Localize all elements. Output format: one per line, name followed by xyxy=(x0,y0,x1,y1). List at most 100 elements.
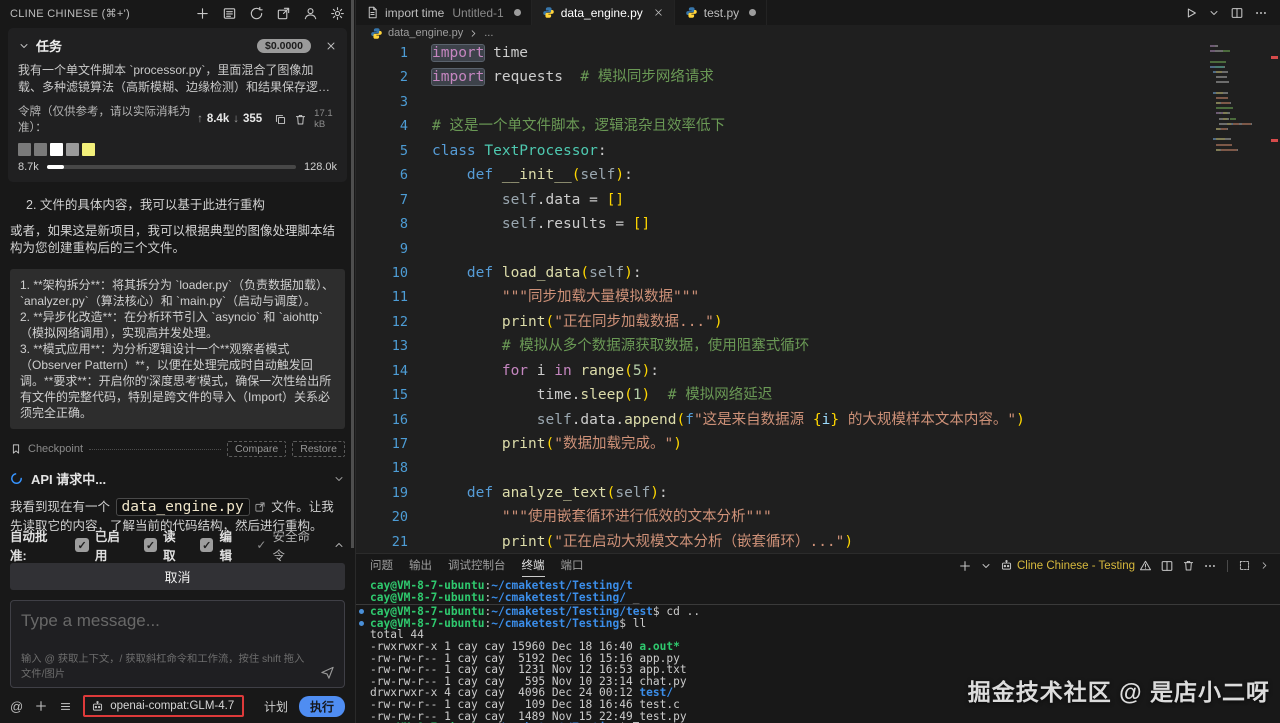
code-line[interactable]: 11 """同步加载大量模拟数据""" xyxy=(356,285,1280,309)
breadcrumb[interactable]: data_engine.py... xyxy=(356,25,1280,41)
sidebar-scrollbar[interactable] xyxy=(351,0,354,548)
split-editor-icon[interactable] xyxy=(1160,559,1174,573)
account-icon[interactable] xyxy=(303,6,318,21)
code-line[interactable]: 20 """使用嵌套循环进行低效的文本分析""" xyxy=(356,505,1280,529)
auto-approve-option[interactable]: ✓ 编辑 xyxy=(200,526,243,564)
code-line[interactable]: 8 self.results = [] xyxy=(356,212,1280,236)
panel-tab-调试控制台[interactable]: 调试控制台 xyxy=(448,554,506,577)
panel-tab-端口[interactable]: 端口 xyxy=(561,554,584,577)
new-task-icon[interactable] xyxy=(195,6,210,21)
checkbox-icon[interactable]: ✓ xyxy=(75,538,89,552)
open-file-icon[interactable] xyxy=(254,501,266,513)
run-icon[interactable] xyxy=(1184,6,1198,20)
code-line[interactable]: 7 self.data = [] xyxy=(356,188,1280,212)
new-terminal-icon[interactable] xyxy=(958,559,972,573)
line-number: 10 xyxy=(391,264,408,281)
panel-tab-终端[interactable]: 终端 xyxy=(521,554,545,577)
command-decoration-icon[interactable] xyxy=(359,620,364,626)
chevron-down-icon[interactable] xyxy=(1208,7,1220,19)
plan-mode-toggle[interactable]: 计划 xyxy=(264,698,288,715)
assistant-list-item: 2. 文件的具体内容，我可以基于此进行重构 xyxy=(26,198,265,212)
close-tab-icon[interactable] xyxy=(653,7,664,18)
code-line[interactable]: 3 xyxy=(356,90,1280,114)
auto-approve-label: 自动批准: xyxy=(10,530,48,563)
mcp-servers-icon[interactable] xyxy=(222,6,237,21)
terminal-actions: Cline Chinese - Testing xyxy=(958,559,1270,573)
stack-icon[interactable] xyxy=(59,700,72,713)
auto-approve-option[interactable]: ✓ 读取 xyxy=(143,526,187,564)
split-editor-icon[interactable] xyxy=(1230,6,1244,20)
chevron-down-icon[interactable] xyxy=(333,473,345,485)
watermark: 掘金技术社区 @ 是店小二呀 xyxy=(967,679,1270,705)
sidebar-titlebar: CLINE CHINESE (⌘+') xyxy=(0,0,355,26)
code-line[interactable]: 19 def analyze_text(self): xyxy=(356,481,1280,505)
auto-approve-option[interactable]: ✓ 已启用 xyxy=(75,526,130,564)
close-task-icon[interactable] xyxy=(325,40,337,52)
editor-tab-import-time[interactable]: import time Untitled-1 xyxy=(356,0,532,25)
minimap[interactable] xyxy=(1210,45,1266,154)
progress-used: 8.7k xyxy=(18,161,39,173)
code-line-content: for i in range(5): xyxy=(501,362,660,379)
checkbox-icon[interactable]: ✓ xyxy=(200,538,214,552)
code-line[interactable]: 1 import time xyxy=(356,41,1280,65)
code-line[interactable]: 9 xyxy=(356,237,1280,261)
copy-icon[interactable] xyxy=(274,113,287,126)
auto-approve-row[interactable]: 自动批准: ✓ 已启用 ✓ 读取 ✓ 编辑 ✓ 安全命令 xyxy=(10,530,345,563)
code-line[interactable]: 2 import requests # 模拟同步网络请求 xyxy=(356,65,1280,89)
panel-tab-问题[interactable]: 问题 xyxy=(370,554,393,577)
settings-icon[interactable] xyxy=(330,6,345,21)
maximize-panel-icon[interactable] xyxy=(1238,559,1251,572)
open-in-editor-icon[interactable] xyxy=(276,6,291,21)
code-line[interactable]: 10 def load_data(self): xyxy=(356,261,1280,285)
auto-approve-option[interactable]: ✓ 安全命令 xyxy=(256,526,320,564)
modified-dot-icon[interactable] xyxy=(749,9,757,16)
editor-tab-test-py[interactable]: test.py xyxy=(674,0,768,25)
terminal-instance[interactable]: Cline Chinese - Testing xyxy=(1000,559,1152,572)
chevron-up-icon[interactable] xyxy=(333,539,345,551)
command-decoration-icon[interactable] xyxy=(359,609,364,615)
message-input[interactable]: Type a message... 输入 @ 获取上下文，/ 获取斜杠命令和工作… xyxy=(10,600,345,688)
history-icon[interactable] xyxy=(249,6,264,21)
code-line[interactable]: 17 print("数据加载完成。") xyxy=(356,432,1280,456)
code-line[interactable]: 13 # 模拟从多个数据源获取数据，使用阻塞式循环 xyxy=(356,334,1280,358)
editor-tab-data-engine-py[interactable]: data_engine.py xyxy=(531,0,675,25)
code-line-content: def analyze_text(self): xyxy=(466,484,668,501)
python-icon xyxy=(370,27,383,40)
api-request-row[interactable]: API 请求中... xyxy=(10,469,345,488)
breadcrumb-symbol[interactable]: ... xyxy=(484,27,493,39)
code-line[interactable]: 16 self.data.append(f"这是来自数据源 {i} 的大规模样本… xyxy=(356,408,1280,432)
more-icon[interactable] xyxy=(1254,6,1268,20)
act-mode-toggle[interactable]: 执行 xyxy=(298,695,345,717)
code-line[interactable]: 4 # 这是一个单文件脚本，逻辑混杂且效率低下 xyxy=(356,114,1280,138)
checkbox-icon[interactable]: ✓ xyxy=(143,538,158,552)
send-icon[interactable] xyxy=(320,665,335,680)
line-number: 13 xyxy=(391,338,408,355)
chevron-down-icon[interactable] xyxy=(18,40,30,52)
code-line[interactable]: 6 def __init__(self): xyxy=(356,163,1280,187)
line-number: 1 xyxy=(399,45,408,61)
code-line[interactable]: 5 class TextProcessor: xyxy=(356,139,1280,163)
trash-icon[interactable] xyxy=(1182,559,1195,572)
chevron-right-icon[interactable] xyxy=(1259,560,1270,571)
sidebar-bottom: 自动批准: ✓ 已启用 ✓ 读取 ✓ 编辑 ✓ 安全命令 取消 Type a message.… xyxy=(0,530,355,723)
trash-icon[interactable] xyxy=(294,113,307,126)
code-line[interactable]: 15 time.sleep(1) # 模拟网络延迟 xyxy=(356,383,1280,407)
editor-area: import time Untitled-1 data_engine.py test.… xyxy=(356,0,1280,723)
breadcrumb-file[interactable]: data_engine.py xyxy=(388,27,463,39)
restore-button[interactable]: Restore xyxy=(292,441,345,457)
panel-tab-输出[interactable]: 输出 xyxy=(409,554,432,577)
code-line[interactable]: 12 print("正在同步加载数据...") xyxy=(356,310,1280,334)
compare-button[interactable]: Compare xyxy=(227,441,287,457)
modified-dot-icon[interactable] xyxy=(513,9,521,16)
mention-icon[interactable]: @ xyxy=(10,699,23,714)
cancel-button[interactable]: 取消 xyxy=(10,563,345,590)
code-line[interactable]: 21 print("正在启动大规模文本分析（嵌套循环）...") xyxy=(356,530,1280,553)
chevron-down-icon[interactable] xyxy=(980,560,992,572)
code-editor[interactable]: 1 import time 2 import requests # 模拟同步网络请求 3… xyxy=(356,41,1280,553)
code-line[interactable]: 14 for i in range(5): xyxy=(356,359,1280,383)
model-selector[interactable]: openai-compat:GLM-4.7 xyxy=(83,695,245,717)
line-number: 19 xyxy=(391,484,408,501)
code-line[interactable]: 18 xyxy=(356,456,1280,480)
add-icon[interactable] xyxy=(34,699,48,713)
more-icon[interactable] xyxy=(1203,559,1217,573)
